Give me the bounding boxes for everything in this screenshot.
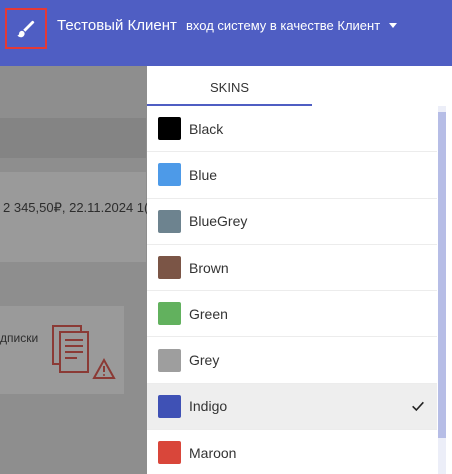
skin-picker-button[interactable] — [5, 8, 47, 49]
skins-panel: SKINS Black Blue BlueGrey Brown Green Grey Ind… — [147, 66, 452, 474]
skin-label: Maroon — [189, 444, 237, 461]
skin-item-brown[interactable]: Brown — [147, 245, 437, 292]
checkmark-icon — [412, 401, 424, 411]
color-swatch — [158, 117, 181, 141]
document-warning-icon — [52, 325, 116, 379]
background-card-text: дписки — [0, 331, 39, 345]
client-name: Тестовый Клиент — [57, 17, 177, 34]
skin-item-blue[interactable]: Blue — [147, 152, 437, 199]
top-bar: Тестовый Клиент вход систему в качестве … — [0, 0, 452, 66]
skin-label: Green — [189, 305, 228, 322]
skin-item-grey[interactable]: Grey — [147, 337, 437, 384]
color-swatch — [158, 441, 181, 465]
skin-label: Grey — [189, 352, 220, 369]
skin-item-maroon[interactable]: Maroon — [147, 430, 437, 474]
skin-label: Black — [189, 120, 224, 137]
background-row-card: 2 345,50₽, 22.11.2024 1( — [0, 172, 149, 262]
skin-item-bluegrey[interactable]: BlueGrey — [147, 199, 437, 245]
brush-icon — [17, 20, 35, 37]
color-swatch — [158, 209, 181, 233]
color-swatch — [158, 394, 181, 418]
login-as-label[interactable]: вход систему в качестве Клиент — [186, 18, 380, 33]
skin-item-indigo[interactable]: Indigo — [147, 383, 437, 431]
background-card: дписки — [0, 306, 124, 394]
skin-item-green[interactable]: Green — [147, 291, 437, 338]
scrollbar-thumb[interactable] — [438, 112, 446, 438]
background-strip — [0, 118, 146, 158]
skin-item-black[interactable]: Black — [147, 106, 437, 153]
color-swatch — [158, 256, 181, 280]
caret-down-icon[interactable] — [389, 23, 397, 28]
skins-list: Black Blue BlueGrey Brown Green Grey Indigo Mar… — [147, 106, 437, 474]
color-swatch — [158, 163, 181, 187]
tab-skins[interactable]: SKINS — [147, 66, 312, 106]
skin-label: Brown — [189, 259, 229, 276]
background-row-text: 2 345,50₽, 22.11.2024 1( — [3, 200, 149, 215]
skin-label: BlueGrey — [189, 213, 248, 230]
scrollbar[interactable] — [438, 106, 446, 474]
color-swatch — [158, 348, 181, 372]
color-swatch — [158, 302, 181, 326]
skin-label: Indigo — [189, 398, 228, 415]
skin-label: Blue — [189, 166, 218, 183]
